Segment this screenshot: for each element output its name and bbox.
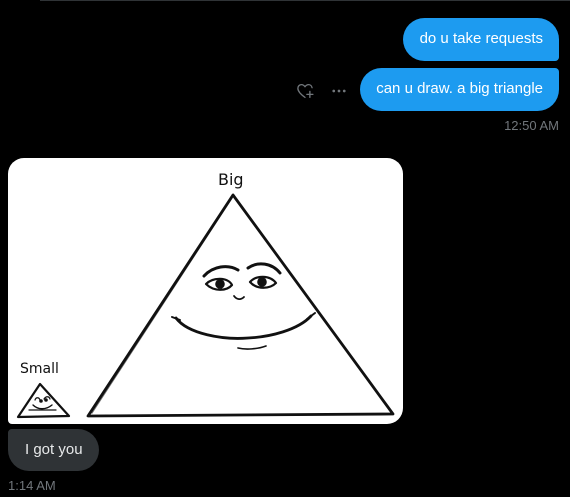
message-actions [294, 80, 350, 102]
big-triangle [86, 193, 395, 418]
message-text: I got you [25, 441, 83, 458]
message-text: do u take requests [419, 30, 543, 47]
left-eyebrow [202, 265, 240, 278]
heart-plus-icon[interactable] [294, 80, 316, 102]
message-text: can u draw. a big triangle [376, 80, 543, 97]
image-attachment[interactable]: Big Small [8, 158, 403, 424]
big-label: Big [218, 170, 244, 189]
more-icon[interactable] [328, 80, 350, 102]
message-timestamp: 1:14 AM [8, 478, 56, 493]
received-message-bubble[interactable]: I got you [8, 429, 99, 471]
small-triangle [16, 382, 71, 419]
smile [174, 314, 313, 340]
message-timestamp: 12:50 AM [504, 118, 559, 133]
sent-message-bubble[interactable]: can u draw. a big triangle [360, 68, 559, 111]
nose [233, 295, 245, 301]
top-divider [40, 0, 570, 1]
right-eyebrow [246, 262, 282, 275]
small-label: Small [20, 361, 59, 377]
sent-message-bubble[interactable]: do u take requests [402, 18, 559, 61]
triangle-drawing: Big Small [16, 170, 395, 419]
